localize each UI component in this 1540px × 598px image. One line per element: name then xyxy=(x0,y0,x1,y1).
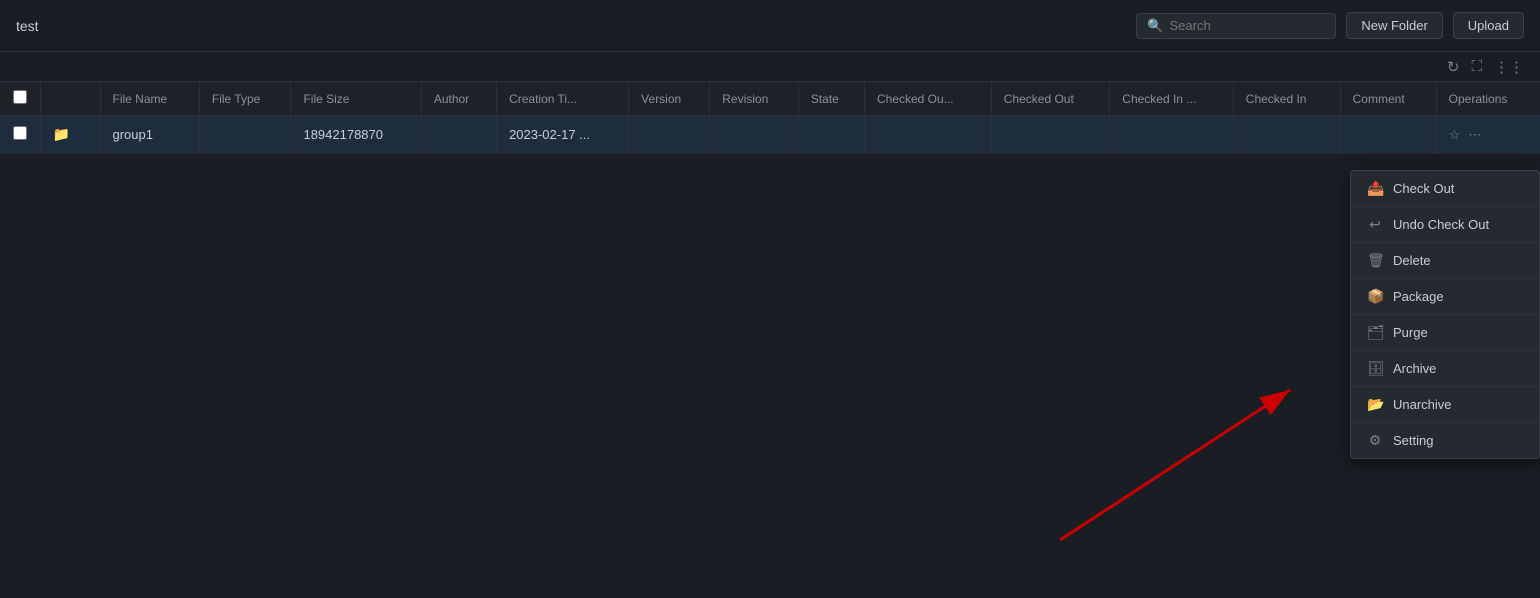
th-state[interactable]: State xyxy=(798,82,864,116)
delete-label: Delete xyxy=(1393,253,1431,268)
package-label: Package xyxy=(1393,289,1444,304)
undo-check-out-label: Undo Check Out xyxy=(1393,217,1489,232)
header: test 🔍 New Folder Upload xyxy=(0,0,1540,52)
row-comment-cell xyxy=(1340,116,1436,154)
context-menu: 📤 Check Out ↩ Undo Check Out 🗑 Delete 📦 … xyxy=(1350,170,1540,459)
header-actions: 🔍 New Folder Upload xyxy=(1136,12,1524,39)
context-menu-item-archive[interactable]: 🗄 Archive xyxy=(1351,351,1539,387)
th-file-size[interactable]: File Size xyxy=(291,82,421,116)
th-checked-in[interactable]: Checked In xyxy=(1233,82,1340,116)
grid-icon[interactable]: ⋮⋮ xyxy=(1494,58,1524,76)
table-header-row: File Name File Type File Size Author Cre… xyxy=(0,82,1540,116)
row-star-icon[interactable]: ☆ xyxy=(1449,127,1461,143)
th-creation-time[interactable]: Creation Ti... xyxy=(497,82,629,116)
archive-label: Archive xyxy=(1393,361,1436,376)
row-author-cell xyxy=(421,116,496,154)
row-checked-in-cell xyxy=(1233,116,1340,154)
context-menu-item-unarchive[interactable]: 📂 Unarchive xyxy=(1351,387,1539,423)
row-file-name: group1 xyxy=(113,127,153,142)
th-version[interactable]: Version xyxy=(629,82,710,116)
th-checked-in-by[interactable]: Checked In ... xyxy=(1110,82,1234,116)
context-menu-item-package[interactable]: 📦 Package xyxy=(1351,279,1539,315)
row-file-name-cell: group1 xyxy=(100,116,199,154)
th-file-type[interactable]: File Type xyxy=(199,82,291,116)
th-flags xyxy=(40,82,100,116)
unarchive-icon: 📂 xyxy=(1367,396,1383,413)
archive-icon: 🗄 xyxy=(1367,360,1383,377)
row-checkbox[interactable] xyxy=(13,126,27,140)
package-icon: 📦 xyxy=(1367,288,1383,305)
context-menu-item-purge[interactable]: 🗂 Purge xyxy=(1351,315,1539,351)
th-checked-out[interactable]: Checked Out xyxy=(991,82,1110,116)
th-operations[interactable]: Operations xyxy=(1436,82,1540,116)
undo-check-out-icon: ↩ xyxy=(1367,216,1383,233)
check-out-icon: 📤 xyxy=(1367,180,1383,197)
row-checked-out-cell xyxy=(991,116,1110,154)
table-container: File Name File Type File Size Author Cre… xyxy=(0,82,1540,598)
th-checkbox[interactable] xyxy=(0,82,40,116)
row-checked-in-by-cell xyxy=(1110,116,1234,154)
row-file-type-cell xyxy=(199,116,291,154)
context-menu-item-undo-check-out[interactable]: ↩ Undo Check Out xyxy=(1351,207,1539,243)
context-menu-item-setting[interactable]: ⚙ Setting xyxy=(1351,423,1539,458)
delete-icon: 🗑 xyxy=(1367,252,1383,269)
th-comment[interactable]: Comment xyxy=(1340,82,1436,116)
search-box[interactable]: 🔍 xyxy=(1136,13,1336,39)
search-input[interactable] xyxy=(1170,18,1326,33)
page-title: test xyxy=(16,18,39,34)
th-author[interactable]: Author xyxy=(421,82,496,116)
upload-button[interactable]: Upload xyxy=(1453,12,1524,39)
row-creation-time-cell: 2023-02-17 ... xyxy=(497,116,629,154)
row-checkbox-cell[interactable] xyxy=(0,116,40,154)
row-flags-cell: 📁 xyxy=(40,116,100,154)
folder-icon: 📁 xyxy=(53,126,70,142)
setting-label: Setting xyxy=(1393,433,1433,448)
row-file-size-cell: 18942178870 xyxy=(291,116,421,154)
row-state-cell xyxy=(798,116,864,154)
purge-label: Purge xyxy=(1393,325,1428,340)
check-out-label: Check Out xyxy=(1393,181,1454,196)
refresh-icon[interactable]: ↻ xyxy=(1447,58,1460,76)
context-menu-item-check-out[interactable]: 📤 Check Out xyxy=(1351,171,1539,207)
toolbar-icons: ↻ ⛶ ⋮⋮ xyxy=(0,52,1540,82)
search-icon: 🔍 xyxy=(1147,18,1163,34)
context-menu-item-delete[interactable]: 🗑 Delete xyxy=(1351,243,1539,279)
file-table: File Name File Type File Size Author Cre… xyxy=(0,82,1540,154)
setting-icon: ⚙ xyxy=(1367,432,1383,449)
table-row[interactable]: 📁 group1 18942178870 2023-02-17 ... xyxy=(0,116,1540,154)
th-file-name[interactable]: File Name xyxy=(100,82,199,116)
th-revision[interactable]: Revision xyxy=(710,82,799,116)
purge-icon: 🗂 xyxy=(1367,324,1383,341)
row-more-icon[interactable]: ⋯ xyxy=(1468,127,1481,143)
row-version-cell xyxy=(629,116,710,154)
th-checked-out-by[interactable]: Checked Ou... xyxy=(864,82,991,116)
row-operations-cell: ☆ ⋯ xyxy=(1436,116,1540,154)
select-all-checkbox[interactable] xyxy=(13,90,27,104)
fullscreen-icon[interactable]: ⛶ xyxy=(1471,58,1482,75)
row-revision-cell xyxy=(710,116,799,154)
new-folder-button[interactable]: New Folder xyxy=(1346,12,1442,39)
row-checked-out-by-cell xyxy=(864,116,991,154)
unarchive-label: Unarchive xyxy=(1393,397,1452,412)
